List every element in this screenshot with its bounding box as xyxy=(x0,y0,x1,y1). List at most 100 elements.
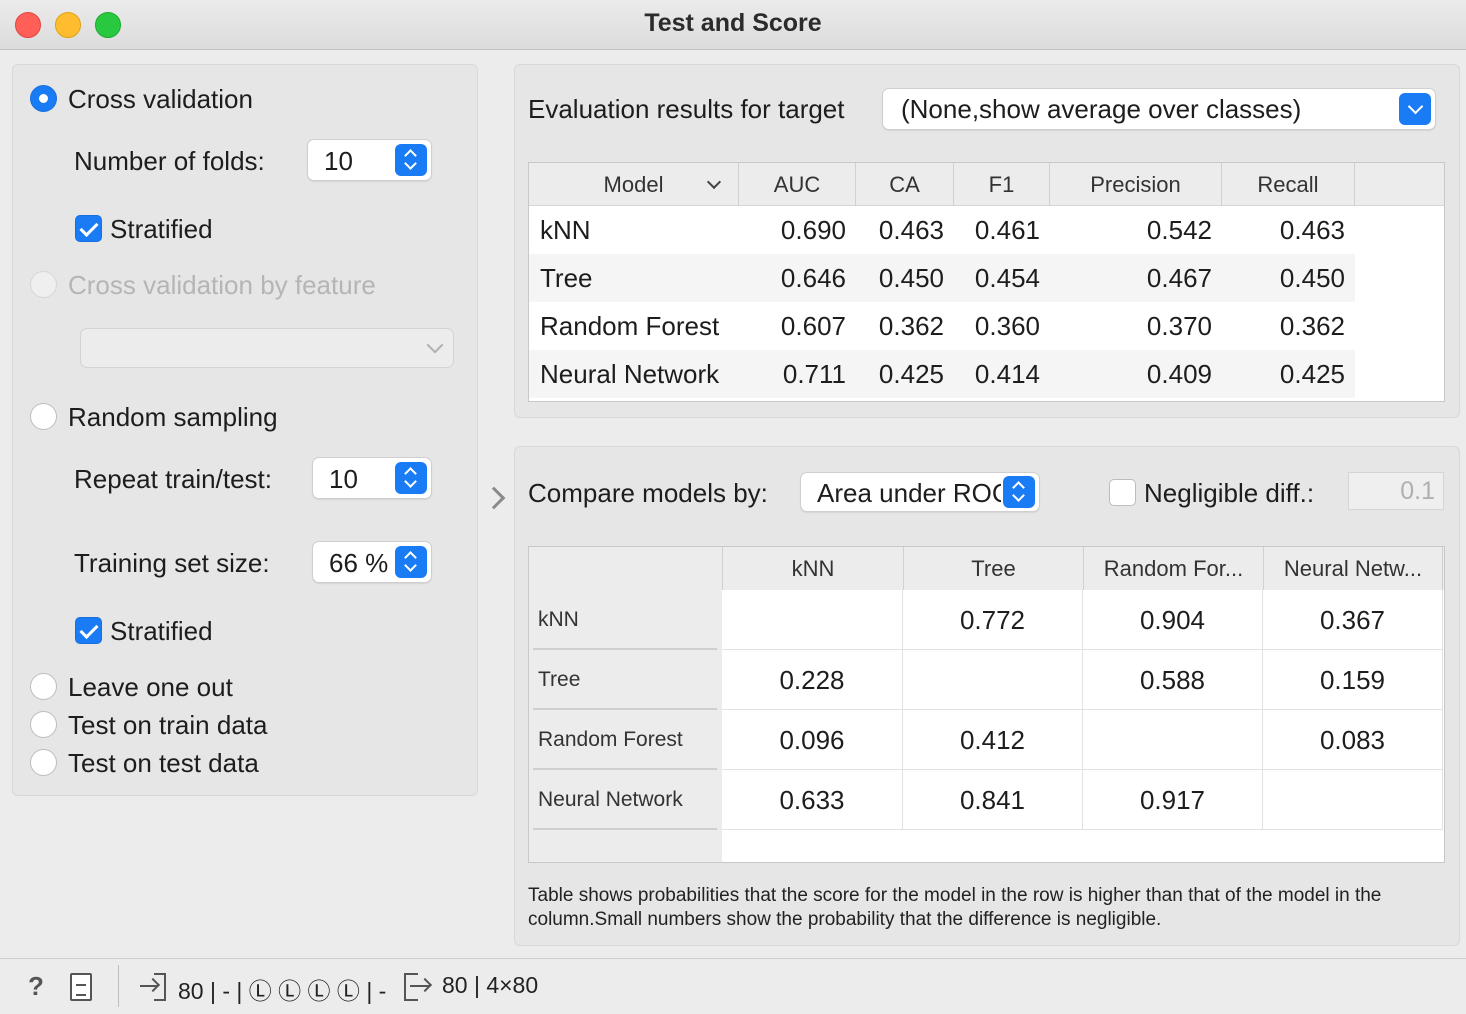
help-icon[interactable]: ? xyxy=(22,971,50,1001)
column-header-precision[interactable]: Precision xyxy=(1050,163,1222,206)
comparison-cell: 0.588 xyxy=(1083,650,1263,710)
ca-value: 0.463 xyxy=(878,215,944,245)
input-icon xyxy=(140,973,166,1001)
compare-stepper-icon[interactable] xyxy=(1003,476,1035,508)
comparison-cell: 0.228 xyxy=(722,650,903,710)
auc-value: 0.690 xyxy=(780,215,846,245)
column-header-random-forest: Random For... xyxy=(1083,547,1263,590)
compare-label: Compare models by: xyxy=(528,478,768,508)
training-size-stepper-icon[interactable] xyxy=(395,546,427,578)
comparison-note: Table shows probabilities that the score… xyxy=(528,885,1382,930)
model-name: kNN xyxy=(540,215,591,245)
comparison-cell: 0.841 xyxy=(903,770,1083,830)
comparison-cell: 0.367 xyxy=(1263,590,1443,650)
title-bar: Test and Score xyxy=(0,0,1466,50)
report-icon[interactable] xyxy=(70,973,92,1001)
leave-one-out-radio[interactable] xyxy=(30,673,57,700)
recall-value: 0.463 xyxy=(1279,215,1345,245)
leave-one-out-label[interactable]: Leave one out xyxy=(68,672,233,703)
stratified-rs-label[interactable]: Stratified xyxy=(110,616,213,647)
folds-stepper-icon[interactable] xyxy=(395,144,427,176)
f1-value: 0.360 xyxy=(974,311,1040,341)
compare-value: Area under ROC xyxy=(817,478,1001,508)
row-header-neural-network: Neural Network xyxy=(533,770,717,830)
test-on-test-radio[interactable] xyxy=(30,749,57,776)
repeat-label: Repeat train/test: xyxy=(74,464,272,494)
compare-select[interactable]: Area under ROC xyxy=(800,472,1040,512)
model-name: Tree xyxy=(540,263,593,293)
test-on-train-radio[interactable] xyxy=(30,711,57,738)
column-header-recall[interactable]: Recall xyxy=(1222,163,1355,206)
f1-value: 0.454 xyxy=(974,263,1040,293)
status-bar: ? 80 | - | Ⓛ Ⓛ Ⓛ Ⓛ | - 80 | 4×80 xyxy=(0,958,1466,1014)
cv-by-feature-radio xyxy=(30,271,57,298)
auc-value: 0.646 xyxy=(780,263,846,293)
stratified-cv-checkbox[interactable] xyxy=(75,215,102,242)
column-header-knn: kNN xyxy=(722,547,903,590)
model-name: Random Forest xyxy=(540,311,720,341)
target-select[interactable]: (None,show average over classes) xyxy=(882,88,1436,130)
column-header-auc[interactable]: AUC xyxy=(739,163,856,206)
recall-value: 0.362 xyxy=(1279,311,1345,341)
column-header-f1[interactable]: F1 xyxy=(954,163,1050,206)
row-header-random-forest: Random Forest xyxy=(533,710,717,770)
cv-by-feature-label: Cross validation by feature xyxy=(68,270,376,300)
recall-value: 0.450 xyxy=(1279,263,1345,293)
folds-spinbox[interactable]: 10 xyxy=(307,139,432,181)
table-header: Model AUC CA F1 Precision Recall xyxy=(529,163,1444,206)
training-size-spinbox[interactable]: 66 % xyxy=(312,541,432,583)
f1-value: 0.414 xyxy=(974,359,1040,389)
evaluation-table: Model AUC CA F1 Precision Recall kNN 0.6… xyxy=(528,162,1445,402)
input-summary[interactable]: 80 | - | Ⓛ Ⓛ Ⓛ Ⓛ | - xyxy=(178,972,386,1006)
output-summary[interactable]: 80 | 4×80 xyxy=(442,972,538,999)
column-header-tree: Tree xyxy=(903,547,1083,590)
test-on-test-label[interactable]: Test on test data xyxy=(68,748,259,779)
target-label: Evaluation results for target xyxy=(528,94,845,124)
sort-chevron-icon xyxy=(706,174,722,190)
stratified-rs-checkbox[interactable] xyxy=(75,617,102,644)
comparison-cell: 0.159 xyxy=(1263,650,1443,710)
negligible-checkbox[interactable] xyxy=(1109,479,1136,506)
negligible-input: 0.1 xyxy=(1348,472,1444,510)
repeat-stepper-icon[interactable] xyxy=(395,462,427,494)
repeat-spinbox[interactable]: 10 xyxy=(312,457,432,499)
cross-validation-radio[interactable] xyxy=(30,85,57,112)
precision-value: 0.370 xyxy=(1146,311,1212,341)
training-size-label: Training set size: xyxy=(74,548,270,578)
recall-value: 0.425 xyxy=(1279,359,1345,389)
column-header-label: Model xyxy=(603,172,664,197)
comparison-cell: 0.096 xyxy=(722,710,903,770)
column-header-model[interactable]: Model xyxy=(529,163,739,206)
table-row[interactable]: kNN 0.690 0.463 0.461 0.542 0.463 xyxy=(529,206,1355,254)
negligible-label[interactable]: Negligible diff.: xyxy=(1144,478,1314,509)
comparison-table: kNN Tree Random For... Neural Netw... kN… xyxy=(528,546,1445,863)
ca-value: 0.425 xyxy=(878,359,944,389)
random-sampling-label[interactable]: Random sampling xyxy=(68,402,278,433)
row-header-tree: Tree xyxy=(533,650,717,710)
comparison-cell: 0.772 xyxy=(903,590,1083,650)
table-header: kNN Tree Random For... Neural Netw... xyxy=(722,547,1444,590)
folds-value: 10 xyxy=(324,146,353,176)
chevron-right-icon[interactable] xyxy=(482,486,506,510)
table-row[interactable]: Tree 0.646 0.450 0.454 0.467 0.450 xyxy=(529,254,1355,302)
comparison-cell xyxy=(1083,710,1263,770)
table-row[interactable]: Random Forest 0.607 0.362 0.360 0.370 0.… xyxy=(529,302,1355,350)
column-header-neural-network: Neural Netw... xyxy=(1263,547,1443,590)
model-name: Neural Network xyxy=(540,359,720,389)
auc-value: 0.607 xyxy=(780,311,846,341)
feature-select xyxy=(80,328,454,368)
random-sampling-radio[interactable] xyxy=(30,403,57,430)
table-row[interactable]: Neural Network 0.711 0.425 0.414 0.409 0… xyxy=(529,350,1355,398)
cross-validation-label[interactable]: Cross validation xyxy=(68,84,253,115)
precision-value: 0.542 xyxy=(1146,215,1212,245)
stratified-cv-label[interactable]: Stratified xyxy=(110,214,213,245)
comparison-cell xyxy=(1263,770,1443,830)
comparison-cell: 0.412 xyxy=(903,710,1083,770)
repeat-value: 10 xyxy=(329,464,358,494)
chevron-down-icon[interactable] xyxy=(1399,93,1431,125)
folds-label: Number of folds: xyxy=(74,146,265,176)
test-on-train-label[interactable]: Test on train data xyxy=(68,710,267,741)
comparison-cell: 0.904 xyxy=(1083,590,1263,650)
target-value: (None,show average over classes) xyxy=(901,94,1302,124)
column-header-ca[interactable]: CA xyxy=(856,163,954,206)
